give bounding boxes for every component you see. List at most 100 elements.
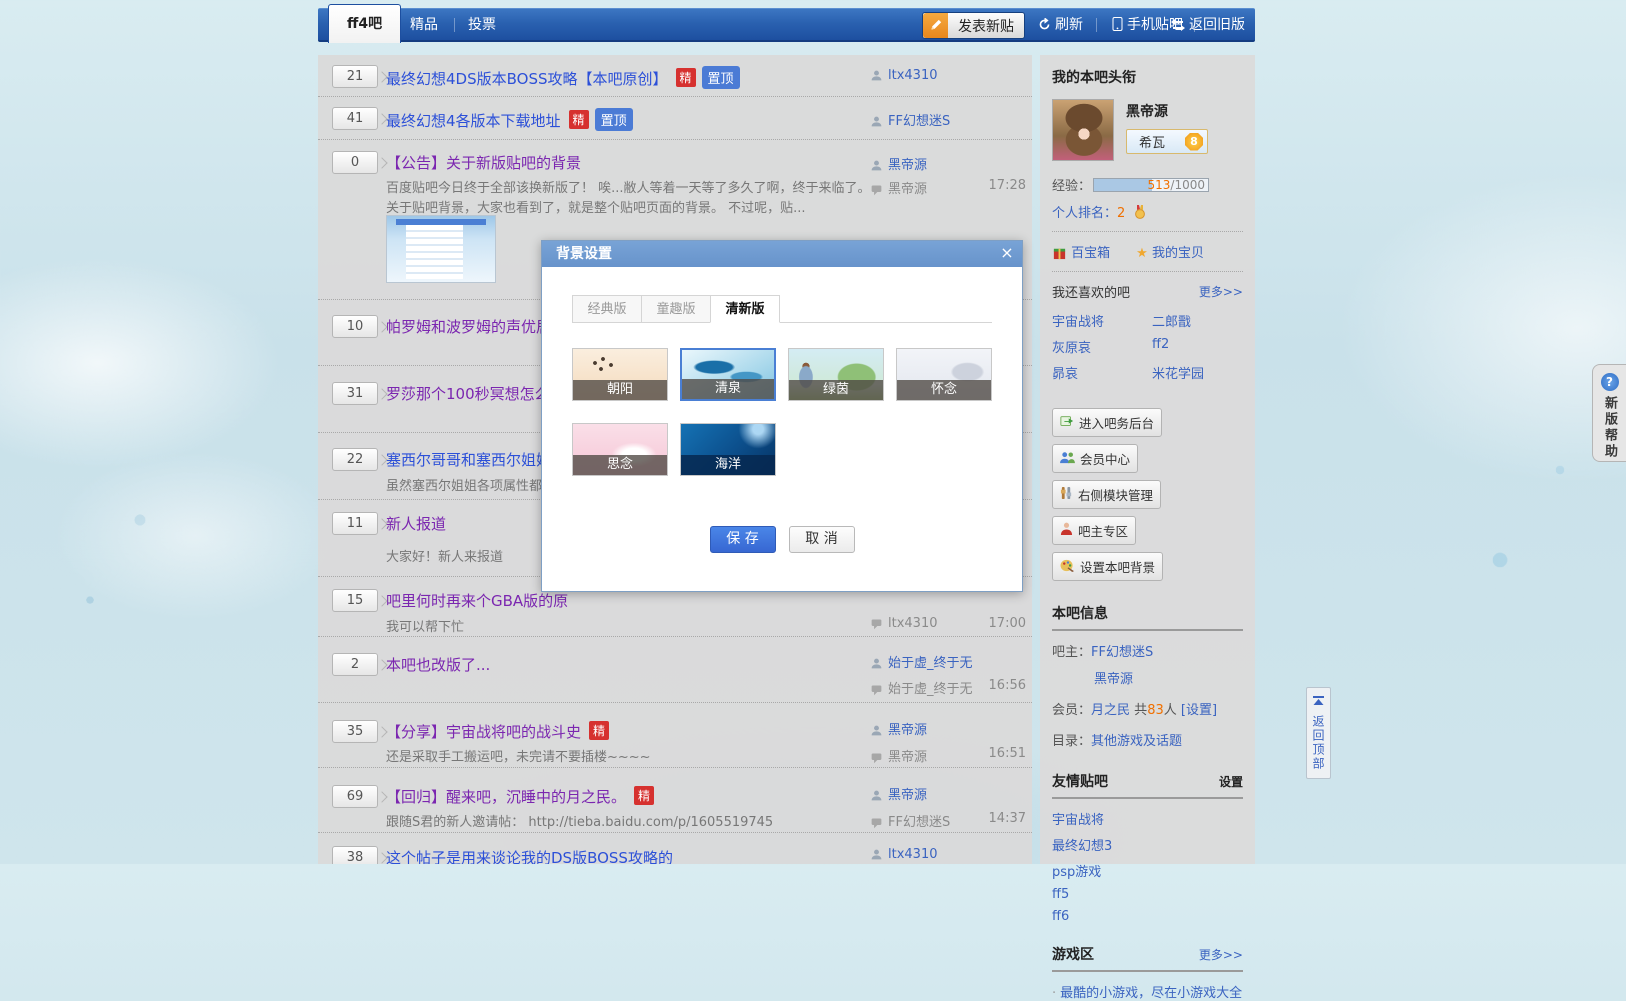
tab-childlike[interactable]: 童趣版 [641, 295, 711, 323]
last-reply-user: 始于虚_终于无 [888, 682, 973, 697]
members-icon [1060, 451, 1075, 467]
right-sidebar: 我的本吧头衔 黑帝源 希瓦 8 经验： 513/1000 个人排名：2 百宝箱 … [1040, 55, 1255, 1001]
person-icon [870, 69, 883, 86]
friend-forum-link[interactable]: ff6 [1052, 909, 1069, 924]
essence-badge: 精 [675, 68, 696, 87]
forum-owner-link[interactable]: 黑帝源 [1094, 672, 1133, 687]
friend-forums-settings-link[interactable]: 设置 [1219, 773, 1243, 790]
cancel-button[interactable]: 取 消 [788, 526, 855, 553]
set-forum-background-button[interactable]: 设置本吧背景 [1052, 552, 1164, 581]
divider [1052, 797, 1243, 799]
directory-link[interactable]: 其他游戏及话题 [1091, 734, 1182, 749]
forum-title-badge[interactable]: 希瓦 8 [1126, 129, 1208, 154]
reply-count-badge: 11 [332, 512, 378, 535]
friend-forum-link[interactable]: psp游戏 [1052, 865, 1101, 880]
gift-box-icon [1052, 246, 1067, 261]
liked-forum-link[interactable]: 米花学园 [1152, 363, 1243, 382]
member-count-suffix: 人 [1163, 703, 1177, 718]
member-group-link[interactable]: 月之民 [1091, 703, 1130, 718]
thread-author-link[interactable]: 始于虚_终于无 [888, 656, 973, 671]
thread-title-link[interactable]: 最终幻想4DS版本BOSS攻略【本吧原创】 [386, 70, 668, 88]
close-icon[interactable]: × [998, 241, 1016, 267]
back-to-top-button[interactable]: 返回顶部 [1306, 687, 1331, 779]
thread-author-link[interactable]: 黑帝源 [888, 158, 927, 173]
reply-count-badge: 22 [332, 448, 378, 471]
tab-classic[interactable]: 经典版 [572, 295, 642, 323]
forum-owner-link[interactable]: FF幻想迷S [1091, 645, 1153, 660]
thread-title-link[interactable]: 吧里何时再来个GBA版的原 [386, 592, 568, 610]
game-zone-more-link[interactable]: 更多>> [1199, 946, 1243, 963]
theme-option-spring-selected[interactable]: 清泉 [680, 348, 776, 401]
liked-forum-link[interactable]: 宇宙战将 [1052, 311, 1152, 330]
liked-forum-link[interactable]: ff2 [1152, 337, 1243, 356]
thread-author-link[interactable]: FF幻想迷S [888, 114, 950, 129]
thread-title-link[interactable]: 本吧也改版了... [386, 656, 490, 674]
thread-author-link[interactable]: 黑帝源 [888, 723, 927, 738]
tab-fresh[interactable]: 清新版 [710, 295, 780, 323]
divider [1052, 231, 1243, 232]
avatar[interactable] [1052, 99, 1114, 161]
medal-icon [1133, 205, 1147, 221]
username[interactable]: 黑帝源 [1126, 101, 1208, 121]
thread-row: 69 【回归】醒来吧，沉睡中的月之民。精 跟随S君的新人邀请帖： http://… [318, 768, 1032, 833]
refresh-button[interactable]: 刷新 [1038, 9, 1083, 41]
reply-count-badge: 31 [332, 382, 378, 405]
liked-forum-link[interactable]: 昴哀 [1052, 363, 1152, 382]
liked-forums-more-link[interactable]: 更多>> [1199, 283, 1243, 300]
member-manage-link[interactable]: [设置] [1181, 703, 1217, 718]
game-zone-header: 游戏区 [1052, 947, 1094, 963]
person-icon [870, 848, 883, 864]
member-center-button[interactable]: 会员中心 [1052, 444, 1139, 473]
thread-title-link[interactable]: 【回归】醒来吧，沉睡中的月之民。 [386, 788, 626, 806]
thread-title-link[interactable]: 【公告】关于新版贴吧的背景 [386, 154, 581, 172]
experience-progress-bar: 513/1000 [1093, 177, 1210, 192]
theme-option-ocean[interactable]: 海洋 [680, 423, 776, 476]
rank-label[interactable]: 个人排名： [1052, 206, 1117, 221]
forum-admin-backend-button[interactable]: 进入吧务后台 [1052, 408, 1163, 437]
save-button[interactable]: 保 存 [709, 526, 776, 553]
divider [1052, 629, 1243, 631]
treasure-box-link[interactable]: 百宝箱 [1052, 242, 1110, 261]
personal-rank-row: 个人排名：2 [1052, 202, 1243, 221]
reply-count-badge: 38 [332, 846, 378, 864]
theme-option-sunrise[interactable]: 朝阳 [572, 348, 668, 401]
thread-author-link[interactable]: ltx4310 [888, 68, 938, 83]
my-treasure-link[interactable]: ★ 我的宝贝 [1136, 242, 1204, 261]
phone-icon [1112, 11, 1123, 43]
thread-title-link[interactable]: 这个帖子是用来谈论我的DS版BOSS攻略的 [386, 849, 673, 864]
side-module-manage-button[interactable]: 右侧模块管理 [1052, 480, 1162, 509]
reply-count-badge: 69 [332, 785, 378, 808]
tab-vote[interactable]: 投票 [468, 9, 496, 41]
friend-forum-link[interactable]: 最终幻想3 [1052, 839, 1112, 854]
person-icon [870, 657, 883, 674]
experience-row: 经验： 513/1000 [1052, 175, 1243, 194]
friend-forum-link[interactable]: 宇宙战将 [1052, 813, 1104, 828]
thread-author-link[interactable]: ltx4310 [888, 847, 938, 862]
divider [1052, 970, 1243, 972]
tab-forum-name[interactable]: ff4吧 [328, 4, 402, 43]
theme-option-greenfield[interactable]: 绿茵 [788, 348, 884, 401]
theme-option-missing[interactable]: 思念 [572, 423, 668, 476]
thread-row: 38 这个帖子是用来谈论我的DS版BOSS攻略的 ltx4310 [318, 833, 1032, 864]
thread-title-link[interactable]: 罗莎那个100秒冥想怎么玩 [386, 385, 565, 403]
member-label: 会员： [1052, 703, 1092, 718]
new-version-help-tab[interactable]: ? 新版帮助 [1592, 364, 1626, 462]
post-new-thread-label: 发表新贴 [958, 18, 1014, 35]
reply-count-badge: 2 [332, 653, 378, 676]
tab-featured[interactable]: 精品 [410, 9, 438, 41]
friend-forum-link[interactable]: ff5 [1052, 887, 1069, 902]
theme-option-nostalgia[interactable]: 怀念 [896, 348, 992, 401]
forum-owner-zone-button[interactable]: 吧主专区 [1052, 516, 1137, 545]
thread-title-link[interactable]: 新人报道 [386, 515, 446, 533]
thread-title-link[interactable]: 塞西尔哥哥和塞西尔姐姐那 [386, 451, 566, 469]
liked-forum-link[interactable]: 灰原哀 [1052, 337, 1152, 356]
post-new-thread-button[interactable]: 发表新贴 [922, 12, 1025, 39]
back-to-old-version-link[interactable]: 返回旧版 [1171, 9, 1245, 41]
liked-forum-link[interactable]: 二郎戬 [1152, 311, 1243, 330]
thread-thumbnail-image[interactable] [386, 215, 496, 283]
thread-author-link[interactable]: 黑帝源 [888, 788, 927, 803]
thread-title-link[interactable]: 最终幻想4各版本下载地址 [386, 112, 561, 130]
thread-title-link[interactable]: 帕罗姆和波罗姆的声优居然 [386, 318, 566, 336]
game-promo-link[interactable]: 最酷的小游戏，尽在小游戏大全 [1060, 986, 1242, 1001]
thread-title-link[interactable]: 【分享】宇宙战将吧的战斗史 [386, 723, 581, 741]
